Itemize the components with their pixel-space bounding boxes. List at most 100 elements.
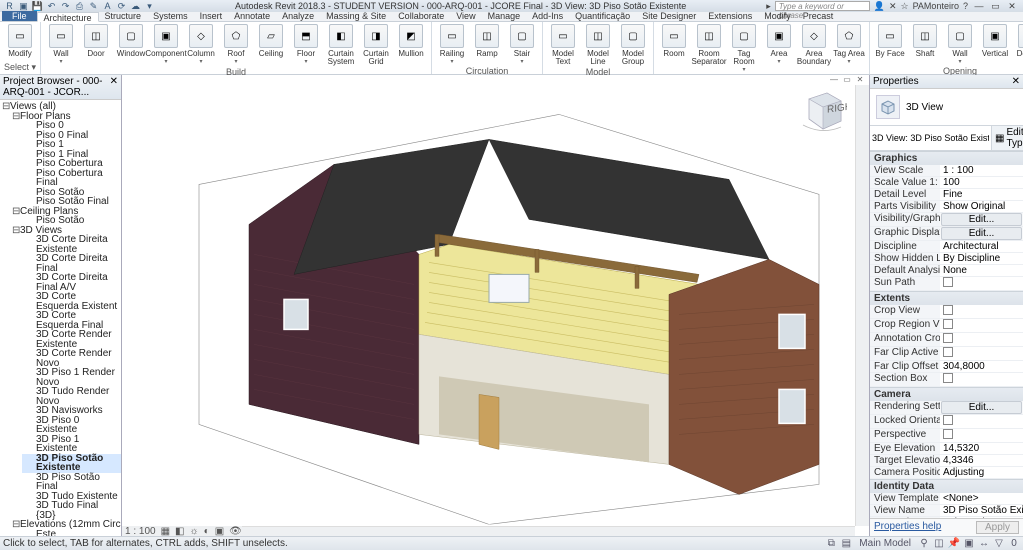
- tab-precast[interactable]: Precast: [797, 11, 840, 21]
- minimize-icon[interactable]: —: [972, 1, 986, 11]
- stair-button[interactable]: ▢Stair▾: [505, 24, 539, 65]
- tree-branch[interactable]: ⊟Elevations (12mm Circle): [12, 520, 121, 530]
- drag-icon[interactable]: ↔: [978, 538, 990, 550]
- tab-insert[interactable]: Insert: [194, 11, 229, 21]
- expander-icon[interactable]: ⊟: [12, 520, 20, 530]
- area-boundary-button[interactable]: ◇Area Boundary: [797, 24, 831, 73]
- shadows-icon[interactable]: ◐: [204, 526, 210, 537]
- app-icon[interactable]: R: [4, 1, 15, 12]
- cloud-icon[interactable]: ☁: [130, 1, 141, 12]
- property-value[interactable]: [940, 333, 1023, 346]
- redo-icon[interactable]: ↷: [60, 1, 71, 12]
- view-cube[interactable]: RIGHT: [797, 85, 847, 135]
- open-icon[interactable]: ▣: [18, 1, 29, 12]
- model-text-button[interactable]: ▭Model Text: [546, 24, 580, 66]
- railing-button[interactable]: ▭Railing▾: [435, 24, 469, 65]
- text-icon[interactable]: A: [102, 1, 113, 12]
- tree-item[interactable]: Este: [22, 530, 121, 537]
- print-icon[interactable]: ⎙: [74, 1, 85, 12]
- property-value[interactable]: Adjusting: [940, 467, 1023, 478]
- viewport[interactable]: — ▭ ✕: [122, 75, 869, 536]
- dormer-button[interactable]: ◇Dormer: [1013, 24, 1023, 65]
- curtain-grid-button[interactable]: ◨Curtain Grid: [359, 24, 393, 66]
- column-button[interactable]: ◇Column▾: [184, 24, 218, 66]
- tree-item[interactable]: 3D Corte Esquerda Existent: [22, 292, 121, 311]
- close-icon[interactable]: ✕: [1012, 76, 1020, 87]
- expander-icon[interactable]: ⊟: [12, 226, 20, 236]
- modify-button[interactable]: ▭Modify: [3, 24, 37, 61]
- component-button[interactable]: ▣Component▾: [149, 24, 183, 66]
- by-face-button[interactable]: ▭By Face: [873, 24, 907, 65]
- file-tab[interactable]: File: [2, 11, 37, 21]
- property-value[interactable]: 4,3346: [940, 455, 1023, 466]
- user-name[interactable]: PAMonteiro: [913, 1, 959, 11]
- property-value[interactable]: [940, 305, 1023, 318]
- vertical-scrollbar[interactable]: [855, 85, 869, 526]
- tab-view[interactable]: View: [450, 11, 481, 21]
- tree-item[interactable]: 3D Corte Direita Final: [22, 254, 121, 273]
- expander-icon[interactable]: ⊟: [12, 207, 20, 217]
- tree-item[interactable]: 3D Corte Esquerda Final: [22, 311, 121, 330]
- tree-item[interactable]: 3D Corte Direita Final A/V: [22, 273, 121, 292]
- roof-button[interactable]: ⬠Roof▾: [219, 24, 253, 66]
- close-icon[interactable]: ✕: [110, 76, 118, 98]
- property-group[interactable]: Graphics: [870, 151, 1023, 165]
- property-value[interactable]: 100: [940, 177, 1023, 188]
- property-value[interactable]: [940, 319, 1023, 332]
- vertical-button[interactable]: ▣Vertical: [978, 24, 1012, 65]
- property-value[interactable]: Edit...: [941, 401, 1022, 414]
- view-max-icon[interactable]: ▭: [842, 75, 852, 85]
- worksets-icon[interactable]: ⧉: [825, 538, 837, 550]
- tab-analyze[interactable]: Analyze: [276, 11, 320, 21]
- visual-style-icon[interactable]: ◧: [175, 526, 184, 537]
- view-close-icon[interactable]: ✕: [855, 75, 865, 85]
- filter-icon[interactable]: ▽: [993, 538, 1005, 550]
- expander-icon[interactable]: ⊟: [12, 112, 20, 122]
- main-model-icon[interactable]: Main Model: [855, 538, 915, 550]
- model-line-button[interactable]: ◫Model Line: [581, 24, 615, 66]
- property-value[interactable]: Edit...: [941, 213, 1022, 226]
- tab-add-ins[interactable]: Add-Ins: [526, 11, 569, 21]
- ramp-button[interactable]: ◫Ramp: [470, 24, 504, 65]
- property-value[interactable]: <None>: [940, 493, 1023, 504]
- room-button[interactable]: ▭Room: [657, 24, 691, 73]
- property-value[interactable]: 304,8000: [940, 361, 1023, 372]
- type-selector[interactable]: 3D View: [870, 89, 1023, 125]
- apply-button[interactable]: Apply: [976, 521, 1019, 534]
- tab-collaborate[interactable]: Collaborate: [392, 11, 450, 21]
- tab-quantifica-o[interactable]: Quantificação: [569, 11, 636, 21]
- property-value[interactable]: [940, 415, 1023, 428]
- tree-item[interactable]: 3D Corte Direita Existente: [22, 235, 121, 254]
- edit-type-button[interactable]: ▦ Edit Type: [991, 126, 1023, 150]
- properties-help-link[interactable]: Properties help: [874, 521, 941, 534]
- sync-icon[interactable]: ⟳: [116, 1, 127, 12]
- shaft-button[interactable]: ◫Shaft: [908, 24, 942, 65]
- subscription-icon[interactable]: ✕: [889, 1, 897, 12]
- tab-systems[interactable]: Systems: [147, 11, 194, 21]
- properties-grid[interactable]: GraphicsView Scale1 : 100Scale Value 1:1…: [870, 151, 1023, 518]
- tab-architecture[interactable]: Architecture: [37, 12, 99, 22]
- room-separator-button[interactable]: ◫Room Separator: [692, 24, 726, 73]
- signin-icon[interactable]: 👤: [874, 1, 885, 12]
- select-pinned-icon[interactable]: 📌: [948, 538, 960, 550]
- search-input[interactable]: Type a keyword or phrase: [775, 1, 870, 11]
- sun-path-icon[interactable]: ☼: [190, 526, 199, 537]
- property-value[interactable]: Architectural: [940, 241, 1023, 252]
- expander-icon[interactable]: ⊟: [2, 102, 10, 112]
- instance-selector[interactable]: [870, 126, 991, 150]
- tree-item[interactable]: 3D Corte Render Novo: [22, 349, 121, 368]
- wall-button[interactable]: ▢Wall▾: [943, 24, 977, 65]
- tree-item[interactable]: 3D Corte Render Existente: [22, 330, 121, 349]
- property-value[interactable]: [940, 373, 1023, 386]
- property-value[interactable]: Show Original: [940, 201, 1023, 212]
- design-options-icon[interactable]: ▤: [840, 538, 852, 550]
- property-value[interactable]: [940, 429, 1023, 442]
- floor-button[interactable]: ⬒Floor▾: [289, 24, 323, 66]
- qat-more-icon[interactable]: ▾: [144, 1, 155, 12]
- tree-item[interactable]: 3D Piso 1 Render Novo: [22, 368, 121, 387]
- property-value[interactable]: None: [940, 265, 1023, 276]
- property-group[interactable]: Camera: [870, 387, 1023, 401]
- tree-item[interactable]: 3D Piso 1 Existente: [22, 435, 121, 454]
- close-icon[interactable]: ✕: [1005, 1, 1019, 12]
- property-value[interactable]: [940, 347, 1023, 360]
